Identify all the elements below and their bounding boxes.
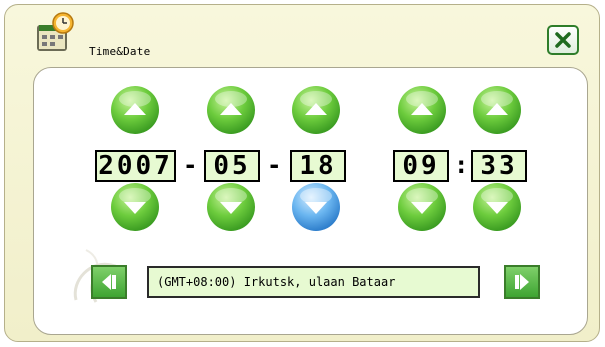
- hour-down-button[interactable]: [396, 181, 448, 233]
- date-separator: -: [267, 151, 282, 179]
- day-down-button[interactable]: [290, 181, 342, 233]
- arrow-right-icon: [515, 274, 529, 290]
- minute-field[interactable]: 33: [471, 150, 527, 182]
- minute-up-button[interactable]: [471, 84, 523, 136]
- close-x-icon: [555, 32, 571, 48]
- window-title: Time&Date: [89, 45, 151, 58]
- day-up-button[interactable]: [290, 84, 342, 136]
- year-down-button[interactable]: [109, 181, 161, 233]
- time-separator: :: [454, 151, 469, 179]
- timezone-prev-button[interactable]: [91, 265, 127, 299]
- date-separator: -: [183, 151, 198, 179]
- close-button[interactable]: [547, 25, 579, 55]
- month-up-button[interactable]: [205, 84, 257, 136]
- month-down-button[interactable]: [205, 181, 257, 233]
- timezone-next-button[interactable]: [504, 265, 540, 299]
- timezone-field[interactable]: (GMT+08:00) Irkutsk, ulaan Bataar: [147, 266, 480, 298]
- calendar-clock-icon: [37, 12, 74, 51]
- minute-down-button[interactable]: [471, 181, 523, 233]
- year-up-button[interactable]: [109, 84, 161, 136]
- day-field[interactable]: 18: [290, 150, 346, 182]
- month-field[interactable]: 05: [204, 150, 260, 182]
- hour-up-button[interactable]: [396, 84, 448, 136]
- year-field[interactable]: 2007: [95, 150, 176, 182]
- hour-field[interactable]: 09: [393, 150, 449, 182]
- arrow-left-icon: [102, 274, 116, 290]
